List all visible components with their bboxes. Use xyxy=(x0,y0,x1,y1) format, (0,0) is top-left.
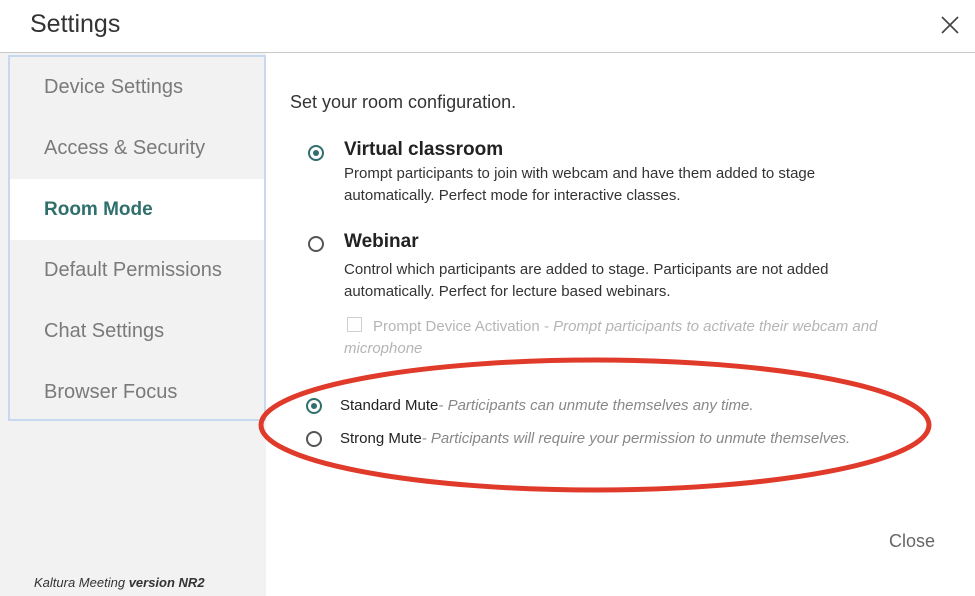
sidebar-item-browser-focus[interactable]: Browser Focus xyxy=(10,362,264,423)
standard-mute-radio[interactable] xyxy=(306,398,322,414)
webinar-title: Webinar xyxy=(344,231,419,252)
sidebar-item-chat-settings[interactable]: Chat Settings xyxy=(10,301,264,362)
sidebar-item-default-permissions[interactable]: Default Permissions xyxy=(10,240,264,301)
virtual-classroom-title: Virtual classroom xyxy=(344,139,504,160)
virtual-classroom-radio[interactable] xyxy=(308,145,324,161)
intro-text: Set your room configuration. xyxy=(290,92,517,112)
dialog-header: Settings xyxy=(0,0,975,53)
webinar-radio[interactable] xyxy=(308,236,324,252)
strong-mute-radio[interactable] xyxy=(306,431,322,447)
close-button[interactable]: Close xyxy=(889,531,935,552)
standard-mute-description: - Participants can unmute themselves any… xyxy=(438,397,754,414)
sidebar-menu: Device Settings Access & Security Room M… xyxy=(8,55,266,421)
webinar-description: Control which participants are added to … xyxy=(344,261,829,300)
settings-sidebar: Device Settings Access & Security Room M… xyxy=(0,53,266,596)
prompt-device-text: Prompt Device Activation - Prompt partic… xyxy=(344,316,924,360)
app-name: Kaltura Meeting xyxy=(34,575,126,590)
dialog-title: Settings xyxy=(30,10,121,38)
sidebar-item-device-settings[interactable]: Device Settings xyxy=(10,57,264,118)
room-mode-panel: Set your room configuration. Virtual cla… xyxy=(266,53,975,596)
virtual-classroom-description: Prompt participants to join with webcam … xyxy=(344,165,816,204)
version-info: Kaltura Meeting version NR2 xyxy=(34,575,205,590)
close-icon[interactable] xyxy=(937,12,963,38)
standard-mute-option: Standard Mute- Participants can unmute t… xyxy=(340,397,754,414)
prompt-device-label: Prompt Device Activation xyxy=(373,318,540,335)
strong-mute-option: Strong Mute- Participants will require y… xyxy=(340,430,850,447)
strong-mute-label: Strong Mute xyxy=(340,430,422,447)
strong-mute-description: - Participants will require your permiss… xyxy=(421,430,851,447)
version-label: version NR2 xyxy=(128,575,205,590)
sidebar-item-room-mode[interactable]: Room Mode xyxy=(10,179,264,240)
sidebar-item-access-security[interactable]: Access & Security xyxy=(10,118,264,179)
standard-mute-label: Standard Mute xyxy=(340,397,439,414)
